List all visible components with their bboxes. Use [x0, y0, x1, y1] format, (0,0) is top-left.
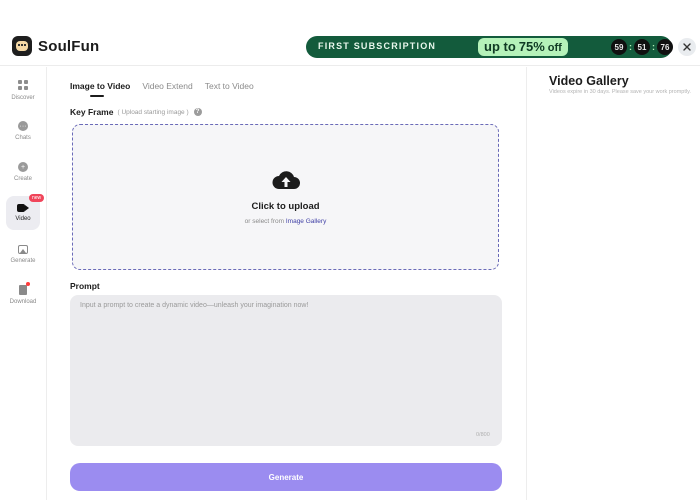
- left-sidebar: Discover ··· Chats + Create new Video Ge…: [0, 67, 47, 500]
- close-icon: [683, 43, 691, 51]
- sidebar-item-label: Video: [15, 216, 31, 222]
- gallery-subtitle: Videos expire in 30 days. Please save yo…: [549, 89, 691, 95]
- subscription-promo-banner[interactable]: FIRST SUBSCRIPTION up to 75% off 59 : 51…: [306, 36, 673, 58]
- top-header: SoulFun FIRST SUBSCRIPTION up to 75% off…: [0, 0, 700, 66]
- sidebar-item-label: Generate: [10, 257, 36, 264]
- new-badge: new: [29, 194, 45, 202]
- offer-suffix: off: [547, 42, 562, 54]
- sidebar-item-label: Create: [13, 176, 32, 182]
- promo-text: FIRST SUBSCRIPTION: [318, 41, 437, 51]
- key-frame-header: Key Frame ( Upload starting image ) ?: [70, 107, 202, 117]
- image-gallery-link[interactable]: Image Gallery: [286, 218, 326, 225]
- sidebar-item-discover[interactable]: Discover: [6, 73, 40, 107]
- brand-logo[interactable]: SoulFun: [12, 36, 99, 56]
- countdown-separator: :: [629, 42, 632, 52]
- video-camera-icon: [17, 204, 29, 212]
- prompt-textarea[interactable]: [70, 295, 502, 446]
- prompt-label: Prompt: [70, 281, 100, 291]
- sidebar-item-video[interactable]: new Video: [6, 194, 45, 230]
- generate-button[interactable]: Generate: [70, 463, 502, 491]
- key-frame-hint: ( Upload starting image ): [117, 108, 189, 116]
- countdown-minutes: 51: [634, 39, 650, 55]
- cloud-upload-icon: [272, 171, 300, 189]
- brand-name: SoulFun: [38, 37, 100, 55]
- grid-icon: [17, 79, 29, 91]
- sidebar-item-chats[interactable]: ··· Chats: [6, 114, 40, 148]
- sidebar-item-label: Download: [9, 299, 37, 305]
- offer-percent: 75%: [518, 39, 545, 54]
- prompt-placeholder: Input a prompt to create a dynamic video…: [80, 302, 309, 309]
- image-upload-dropzone[interactable]: [72, 124, 499, 270]
- sidebar-item-generate[interactable]: Generate: [6, 237, 40, 271]
- upload-sub-prefix: or select from: [244, 218, 285, 225]
- soulfun-logo-icon: [12, 36, 32, 56]
- tab-text-to-video[interactable]: Text to Video: [205, 81, 254, 97]
- tab-image-to-video[interactable]: Image to Video: [70, 81, 130, 97]
- countdown-timer: 59 : 51 : 76: [611, 39, 673, 55]
- help-icon[interactable]: ?: [193, 108, 202, 116]
- download-phone-icon: [19, 282, 30, 295]
- offer-prefix: up to: [484, 39, 516, 54]
- promo-offer-badge: up to 75% off: [478, 38, 568, 56]
- countdown-hours: 59: [611, 39, 627, 55]
- key-frame-label: Key Frame: [70, 107, 114, 117]
- sidebar-item-download[interactable]: Download: [6, 278, 40, 312]
- close-promo-button[interactable]: [678, 38, 696, 56]
- countdown-seconds: 76: [657, 39, 673, 55]
- tab-video-extend[interactable]: Video Extend: [142, 81, 192, 97]
- sidebar-item-label: Chats: [15, 135, 31, 141]
- sidebar-item-label: Discover: [11, 94, 35, 101]
- sidebar-item-create[interactable]: + Create: [6, 155, 40, 189]
- upload-subtitle: or select from Image Gallery: [72, 218, 499, 225]
- video-mode-tabs: Image to Video Video Extend Text to Vide…: [70, 81, 266, 97]
- upload-title: Click to upload: [251, 201, 320, 212]
- prompt-char-counter: 0/800: [476, 432, 490, 438]
- gallery-title: Video Gallery: [549, 74, 629, 88]
- countdown-separator: :: [652, 42, 655, 52]
- notification-dot: [26, 282, 30, 286]
- image-icon: [18, 244, 28, 254]
- chat-icon: ···: [18, 121, 28, 131]
- video-gallery-panel: [526, 67, 700, 500]
- plus-circle-icon: +: [18, 162, 28, 172]
